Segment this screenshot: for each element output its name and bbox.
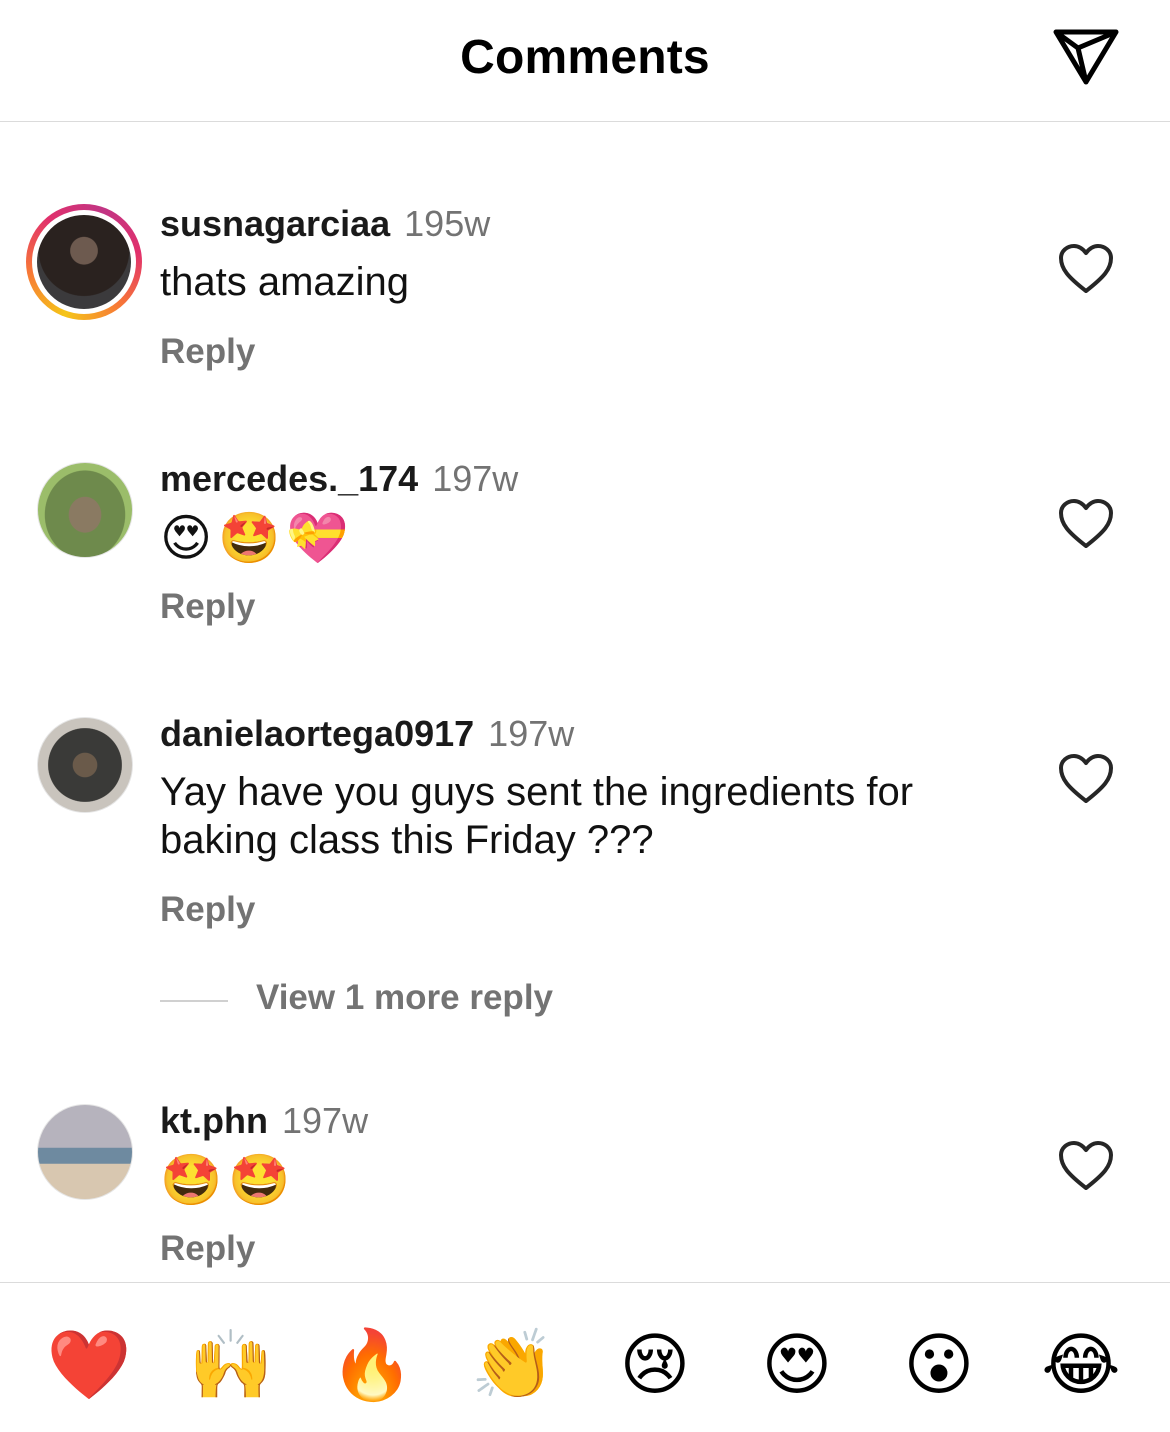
comment-text: thats amazing: [160, 260, 410, 304]
comment-meta: danielaortega0917 197w: [160, 712, 574, 756]
comment-meta: mercedes._174 197w: [160, 457, 518, 501]
reply-button[interactable]: Reply: [160, 332, 255, 372]
heart-outline-icon: [1059, 244, 1113, 293]
comment-text: 🤩🤩: [160, 1152, 297, 1208]
timestamp: 197w: [282, 1100, 369, 1141]
reply-button[interactable]: Reply: [160, 890, 255, 930]
reaction-clapping[interactable]: 👏: [468, 1325, 558, 1405]
reaction-heart[interactable]: ❤️: [44, 1325, 134, 1405]
reaction-heart-eyes[interactable]: 😍: [752, 1325, 842, 1405]
heart-outline-icon: [1059, 499, 1113, 548]
username-link[interactable]: mercedes._174: [160, 458, 418, 499]
reaction-fire[interactable]: 🔥: [327, 1325, 417, 1405]
avatar[interactable]: [26, 204, 142, 320]
reaction-surprised[interactable]: 😮: [894, 1325, 984, 1405]
reaction-crying[interactable]: 😢: [610, 1325, 700, 1405]
reply-button[interactable]: Reply: [160, 1229, 255, 1269]
avatar[interactable]: [37, 462, 133, 558]
like-button[interactable]: [1058, 243, 1114, 295]
reply-thread-line: [160, 1000, 228, 1002]
username-link[interactable]: danielaortega0917: [160, 713, 474, 754]
like-button[interactable]: [1058, 753, 1114, 805]
reaction-raised-hands[interactable]: 🙌: [186, 1325, 276, 1405]
heart-outline-icon: [1059, 754, 1113, 803]
avatar-photo: [37, 215, 131, 309]
reaction-laughing[interactable]: 😂: [1036, 1325, 1126, 1405]
avatar[interactable]: [37, 1104, 133, 1200]
view-more-replies-label: View 1 more reply: [256, 978, 554, 1017]
timestamp: 195w: [404, 203, 491, 244]
avatar[interactable]: [37, 717, 133, 813]
like-button[interactable]: [1058, 498, 1114, 550]
heart-outline-icon: [1059, 1141, 1113, 1190]
share-button[interactable]: [1050, 24, 1122, 88]
like-button[interactable]: [1058, 1140, 1114, 1192]
reply-button[interactable]: Reply: [160, 587, 255, 627]
timestamp: 197w: [432, 458, 519, 499]
paper-plane-icon: [1053, 29, 1119, 85]
username-link[interactable]: susnagarciaa: [160, 203, 390, 244]
quick-reaction-bar: ❤️ 🙌 🔥 👏 😢 😍 😮 😂: [0, 1282, 1170, 1432]
comment-meta: kt.phn 197w: [160, 1099, 368, 1143]
page-title: Comments: [460, 31, 710, 84]
timestamp: 197w: [488, 713, 575, 754]
comments-header: Comments: [0, 0, 1170, 122]
comment-text: Yay have you guys sent the ingredients f…: [160, 770, 914, 862]
comment-meta: susnagarciaa 195w: [160, 202, 490, 246]
comment-text: 😍🤩💝: [160, 510, 355, 566]
username-link[interactable]: kt.phn: [160, 1100, 268, 1141]
